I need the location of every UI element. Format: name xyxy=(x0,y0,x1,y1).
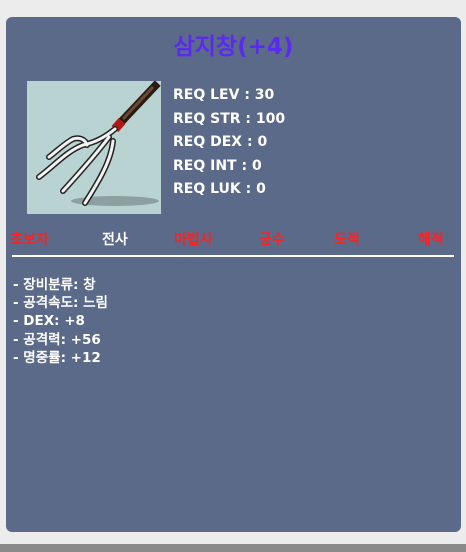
stat-attack-speed: - 공격속도: 느림 xyxy=(13,295,108,312)
req-luk: REQ LUK : 0 xyxy=(173,181,266,197)
job-warrior: 전사 xyxy=(102,232,128,248)
job-bowman: 궁수 xyxy=(259,232,285,248)
item-name: 삼지창(+4) xyxy=(173,34,294,60)
req-str: REQ STR : 100 xyxy=(173,110,286,127)
req-int: REQ INT : 0 xyxy=(173,157,262,174)
bottom-bar xyxy=(0,544,466,552)
divider xyxy=(12,255,454,257)
job-beginner: 초보자 xyxy=(10,232,49,248)
stat-attack: - 공격력: +56 xyxy=(13,331,101,348)
job-pirate: 해적 xyxy=(418,232,444,248)
job-list: 초보자 전사 마법사 궁수 도적 해적 xyxy=(6,229,461,249)
stat-dex: - DEX: +8 xyxy=(13,313,85,330)
stat-list: - 장비분류: 창 - 공격속도: 느림 - DEX: +8 - 공격력: +5… xyxy=(13,276,108,367)
requirements-list: REQ LEV : 30 REQ STR : 100 REQ DEX : 0 R… xyxy=(173,84,285,202)
req-level: REQ LEV : 30 xyxy=(173,87,275,103)
stat-category: - 장비분류: 창 xyxy=(13,277,96,293)
req-dex: REQ DEX : 0 xyxy=(173,134,268,150)
trident-icon xyxy=(36,81,161,206)
stat-accuracy: - 명중률: +12 xyxy=(13,349,101,366)
item-tooltip: 삼지창(+4) REQ LEV: 30 REQ STR: 100 REQ D… xyxy=(6,17,461,532)
job-thief: 도적 xyxy=(334,232,360,248)
job-magician: 마법사 xyxy=(174,232,213,248)
item-icon-frame xyxy=(27,81,161,214)
